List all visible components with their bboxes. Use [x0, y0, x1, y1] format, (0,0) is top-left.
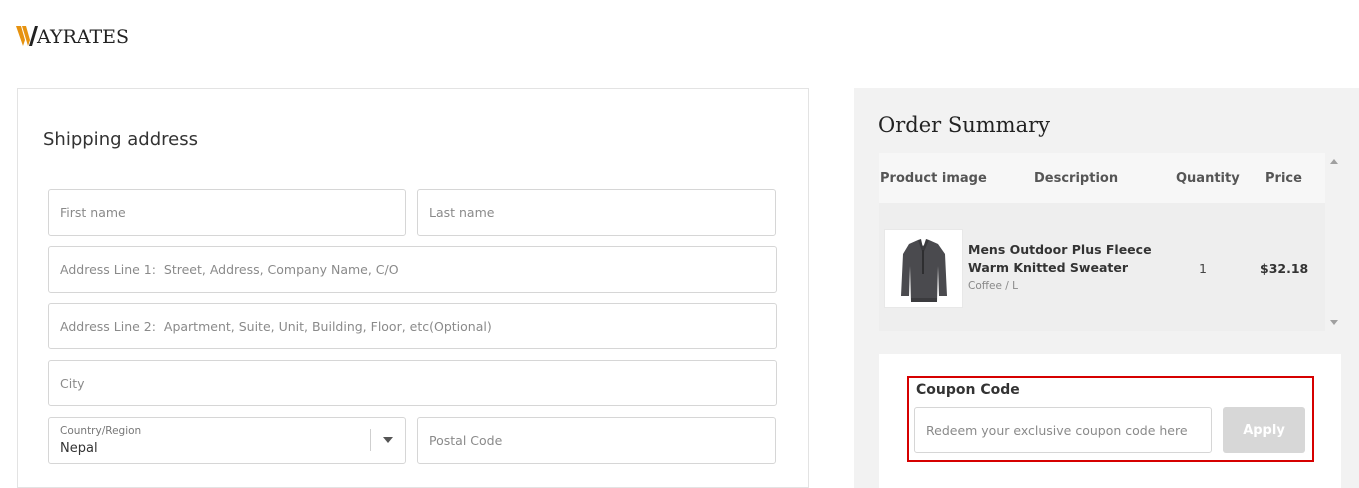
scroll-up-icon[interactable] [1330, 159, 1338, 164]
coupon-highlight: Coupon Code Apply [907, 376, 1314, 462]
city-input[interactable] [49, 361, 776, 405]
coupon-field [914, 407, 1212, 453]
city-field [48, 360, 777, 406]
country-value: Nepal [60, 441, 98, 456]
country-select[interactable]: Country/Region Nepal [48, 417, 406, 464]
address-line1-field [48, 246, 777, 293]
apply-coupon-button[interactable]: Apply [1223, 407, 1305, 453]
coupon-input[interactable] [915, 408, 1211, 452]
address-line1-input[interactable] [49, 247, 776, 292]
first-name-field [48, 189, 406, 236]
product-quantity: 1 [1199, 261, 1207, 276]
first-name-input[interactable] [49, 190, 405, 235]
postal-code-field [417, 417, 776, 464]
scroll-down-icon[interactable] [1330, 320, 1338, 325]
column-header-quantity: Quantity [1176, 171, 1240, 186]
order-summary-panel: Order Summary Product image Description … [854, 88, 1359, 488]
table-header: Product image Description Quantity Price [879, 153, 1325, 203]
shipping-address-panel: Shipping address Country/Region Nepal [17, 88, 809, 488]
column-header-description: Description [1034, 171, 1119, 186]
column-header-price: Price [1265, 171, 1302, 186]
order-items-table: Product image Description Quantity Price… [879, 153, 1341, 331]
select-divider [370, 429, 371, 451]
brand-logo[interactable]: AYRATES [16, 22, 129, 48]
country-label: Country/Region [60, 425, 142, 437]
shipping-title: Shipping address [43, 129, 198, 150]
coupon-label: Coupon Code [916, 382, 1020, 398]
address-line2-input[interactable] [49, 304, 776, 348]
column-header-product-image: Product image [880, 171, 987, 186]
table-scrollbar[interactable] [1327, 153, 1341, 331]
sweater-icon [901, 239, 947, 302]
table-row: Mens Outdoor Plus Fleece Warm Knitted Sw… [879, 203, 1325, 331]
product-name: Mens Outdoor Plus Fleece Warm Knitted Sw… [968, 242, 1152, 275]
product-variant: Coffee / L [968, 280, 1018, 292]
order-summary-title: Order Summary [878, 113, 1050, 137]
brand-name: AYRATES [37, 26, 130, 48]
product-price: $32.18 [1260, 261, 1309, 276]
last-name-input[interactable] [418, 190, 775, 235]
postal-code-input[interactable] [418, 418, 775, 463]
address-line2-field [48, 303, 777, 349]
chevron-down-icon[interactable] [383, 437, 393, 443]
product-image[interactable] [884, 229, 963, 308]
last-name-field [417, 189, 776, 236]
coupon-card: Coupon Code Apply [879, 354, 1341, 488]
